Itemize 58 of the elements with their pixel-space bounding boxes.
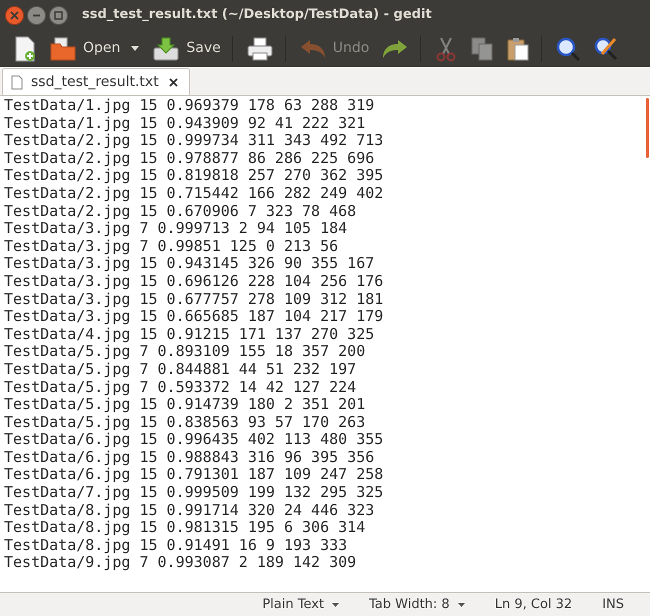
minimize-button[interactable] (27, 6, 46, 24)
text-line: TestData/8.jpg 15 0.981315 195 6 306 314 (4, 519, 366, 537)
save-tool-button[interactable]: Save (147, 32, 226, 64)
text-line: TestData/3.jpg 15 0.696126 228 104 256 176 (4, 272, 384, 291)
minimize-icon (32, 14, 41, 16)
close-button[interactable] (5, 6, 24, 24)
text-line: TestData/2.jpg 15 0.978877 86 286 225 696 (4, 150, 374, 168)
text-line: TestData/2.jpg 15 0.715442 166 282 249 402 (4, 184, 384, 203)
maximize-button[interactable] (49, 6, 68, 24)
clipboard-icon (506, 36, 530, 62)
maximize-icon (54, 10, 63, 20)
status-dropdown[interactable]: Plain Text (262, 594, 340, 614)
printer-icon (246, 36, 274, 62)
document-icon (11, 74, 23, 90)
window-title: ssd_test_result.txt (~/Desktop/TestData) - gedit (82, 6, 432, 24)
text-line: TestData/2.jpg 15 0.670906 7 323 78 468 (4, 202, 356, 220)
text-line: TestData/9.jpg 7 0.993087 2 189 142 309 (4, 554, 356, 572)
text-line: TestData/5.jpg 15 0.838563 93 57 170 263 (4, 414, 366, 432)
text-line: TestData/5.jpg 7 0.593372 14 42 127 224 (4, 378, 356, 396)
text-line: TestData/3.jpg 15 0.665685 187 104 217 179 (4, 308, 384, 326)
text-line: TestData/3.jpg 7 0.999713 2 94 105 184 (4, 220, 348, 238)
close-icon (10, 10, 19, 20)
text-editor-area[interactable] (0, 96, 650, 592)
search-replace-icon (593, 36, 620, 62)
text-line: TestData/6.jpg 15 0.791301 187 109 247 258 (4, 466, 384, 484)
text-line: TestData/1.jpg 15 0.969379 178 63 288 319 (4, 97, 374, 115)
status-text: INS (602, 596, 624, 614)
search-icon (555, 36, 582, 62)
save-icon (152, 36, 180, 62)
text-line: TestData/6.jpg 15 0.996435 402 113 480 355 (4, 431, 384, 449)
text-line: TestData/4.jpg 15 0.91215 171 137 270 325 (4, 326, 374, 344)
text-line: TestData/1.jpg 15 0.943909 92 41 222 321 (4, 114, 366, 132)
redo-arrow-icon (381, 38, 410, 60)
folder-icon (49, 36, 77, 62)
copy-icon (470, 36, 494, 62)
close-icon (169, 78, 178, 86)
text-line: TestData/3.jpg 15 0.677757 278 109 312 181 (4, 290, 384, 308)
undo-arrow-icon (298, 38, 327, 60)
text-line: TestData/6.jpg 15 0.988843 316 96 395 356 (4, 448, 374, 466)
text-line: TestData/7.jpg 15 0.999509 199 132 295 325 (4, 484, 384, 502)
scissors-icon (434, 36, 458, 62)
text-line: TestData/8.jpg 15 0.991714 320 24 446 323 (4, 502, 374, 520)
text-line: TestData/3.jpg 15 0.943145 326 90 355 167 (4, 255, 374, 273)
text-line: TestData/5.jpg 7 0.893109 155 18 357 200 (4, 343, 366, 361)
tab-label: ssd_test_result.txt (31, 72, 159, 92)
status-text: Ln 9, Col 32 (494, 596, 572, 614)
status-dropdown[interactable]: Tab Width: 8 (369, 594, 465, 614)
scrollbar-thumb[interactable] (646, 98, 649, 158)
document-tab[interactable]: ssd_test_result.txt (2, 68, 190, 95)
new-document-icon (13, 36, 37, 62)
open-tool-button[interactable]: Open (44, 32, 126, 64)
text-line: TestData/5.jpg 7 0.844881 44 51 232 197 (4, 360, 356, 378)
text-line: TestData/8.jpg 15 0.91491 16 9 193 333 (4, 536, 348, 554)
text-line: TestData/2.jpg 15 0.819818 257 270 362 395 (4, 167, 384, 185)
text-line: TestData/5.jpg 15 0.914739 180 2 351 201 (4, 396, 366, 414)
text-line: TestData/2.jpg 15 0.999734 311 343 492 713 (4, 132, 384, 150)
dropdown-caret-icon[interactable] (131, 46, 140, 51)
text-line: TestData/3.jpg 7 0.99851 125 0 213 56 (4, 238, 338, 256)
